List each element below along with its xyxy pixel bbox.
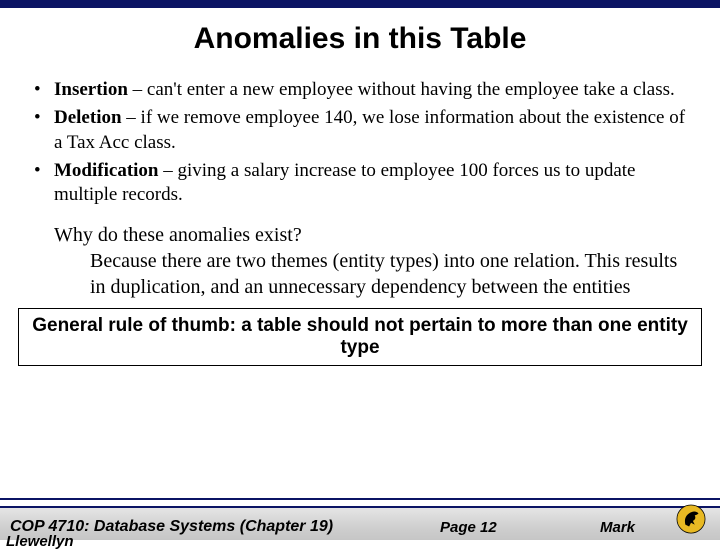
bullet-term: Insertion [54,79,128,100]
bullet-term: Deletion [54,107,122,128]
ucf-pegasus-logo-icon [676,504,706,534]
top-accent-bar [0,0,720,8]
bullet-text: – can't enter a new employee without hav… [128,79,675,100]
why-question: Why do these anomalies exist? [54,222,692,248]
bullet-list: Insertion – can't enter a new employee w… [34,78,692,208]
slide-title: Anomalies in this Table [0,22,720,56]
slide-content: Insertion – can't enter a new employee w… [0,78,720,300]
bullet-text: – if we remove employee 140, we lose inf… [54,107,685,152]
bullet-term: Modification [54,160,159,181]
footer-top-line [0,498,720,500]
rule-of-thumb-box: General rule of thumb: a table should no… [18,308,702,366]
bullet-deletion: Deletion – if we remove employee 140, we… [34,106,692,155]
bullet-modification: Modification – giving a salary increase … [34,159,692,208]
footer-author-cut: Llewellyn [6,533,74,550]
footer: COP 4710: Database Systems (Chapter 19) … [0,498,720,540]
footer-page: Page 12 [440,519,497,536]
bullet-insertion: Insertion – can't enter a new employee w… [34,78,692,102]
footer-author: Mark [600,519,635,536]
why-answer: Because there are two themes (entity typ… [54,248,692,300]
why-block: Why do these anomalies exist? Because th… [34,222,692,300]
